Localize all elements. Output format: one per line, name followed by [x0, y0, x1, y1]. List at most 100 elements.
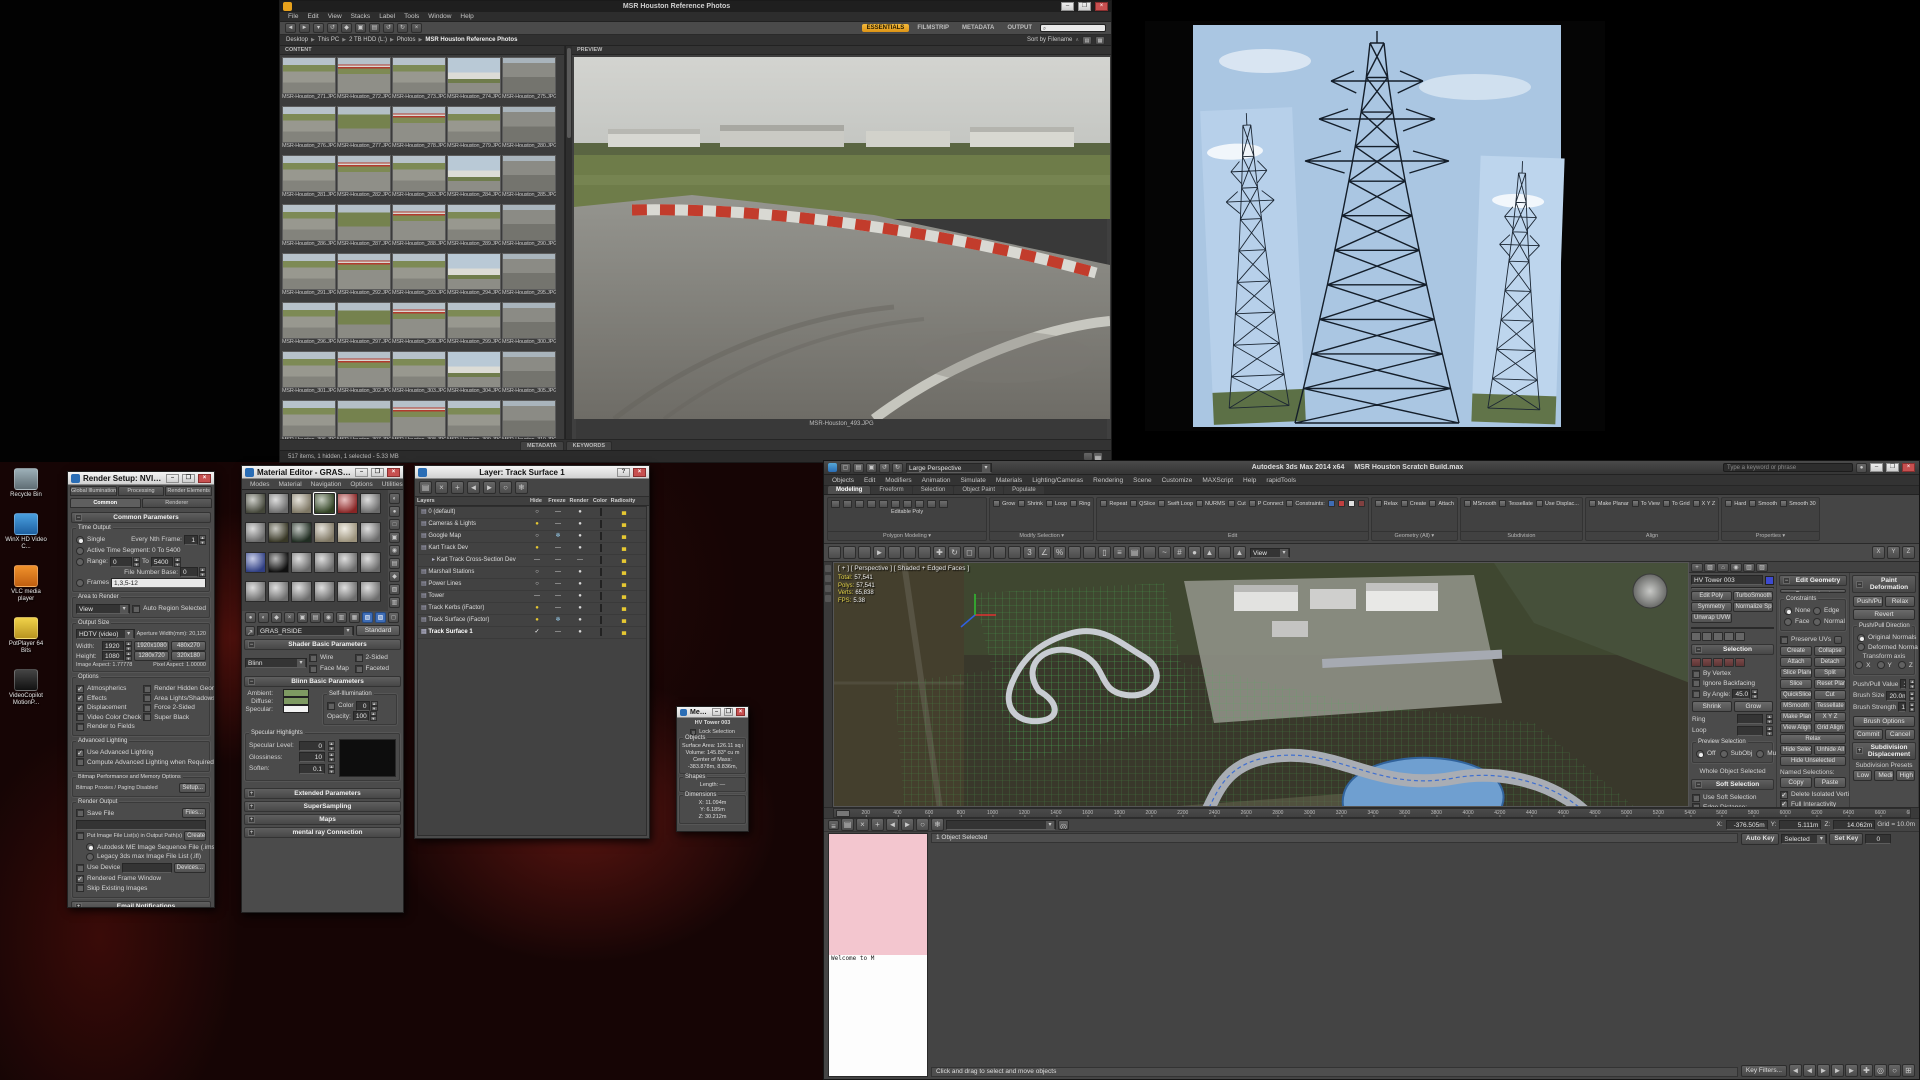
- coord-x-field[interactable]: -376.505m: [1726, 820, 1768, 830]
- thumbnail-view-icon[interactable]: ▦: [1095, 36, 1105, 45]
- layer-color-swatch[interactable]: [591, 603, 611, 614]
- layer-row-track-kerbs-ifactor[interactable]: ▤ Track Kerbs (iFactor)●—●▄: [418, 603, 646, 615]
- forward-icon[interactable]: ►: [299, 23, 310, 33]
- hide-toggle[interactable]: ●: [527, 519, 547, 530]
- copy-button[interactable]: Copy: [1780, 777, 1812, 788]
- coord-z-field[interactable]: 14.062m: [1833, 820, 1875, 830]
- workspace-tab-essentials[interactable]: ESSENTIALS: [862, 24, 910, 32]
- common-parameters-rollout[interactable]: −Common Parameters: [71, 512, 211, 523]
- key-selection-dropdown[interactable]: Selected: [1781, 834, 1827, 844]
- ribbon-item-use-displac[interactable]: Use Displac...: [1536, 500, 1579, 507]
- current-frame-field[interactable]: 0: [1865, 834, 1891, 844]
- push-pull-button[interactable]: Push/Pull: [1853, 596, 1883, 607]
- zoom-icon[interactable]: ◎: [1874, 1064, 1887, 1077]
- sign-in-icon[interactable]: ●: [1856, 463, 1867, 473]
- material-editor-tool-icon-12[interactable]: ◻: [388, 612, 399, 623]
- key-filters-button[interactable]: Key Filters...: [1741, 1065, 1787, 1077]
- sort-label[interactable]: Sort by Filename: [1027, 37, 1072, 43]
- freeze-toggle[interactable]: —: [547, 543, 569, 554]
- select-scale-icon[interactable]: ◻: [963, 546, 976, 559]
- layer-color-swatch[interactable]: [591, 567, 611, 578]
- layer-row-cameras-lights[interactable]: ▤ Cameras & Lights●—●▄: [418, 519, 646, 531]
- devices-button[interactable]: Devices...: [174, 863, 206, 873]
- align-icon[interactable]: ≡: [1113, 546, 1126, 559]
- material-editor-side-icon-1[interactable]: ◐: [389, 493, 400, 504]
- polymod-icon-3[interactable]: [855, 500, 864, 508]
- thumbnail-msr-houston-303-jpg[interactable]: MSR-Houston_303.JPG: [392, 351, 446, 399]
- selection-rollout[interactable]: −Selection: [1691, 644, 1774, 655]
- rectangular-region-icon[interactable]: [903, 546, 916, 559]
- make-planar-button[interactable]: Make Planar: [1780, 712, 1812, 722]
- material-slot-23[interactable]: [337, 581, 358, 602]
- graphite-toggle-icon[interactable]: [1143, 546, 1156, 559]
- label-menu[interactable]: Label: [379, 13, 395, 20]
- thumbnail-msr-houston-271-jpg[interactable]: MSR-Houston_271.JPG: [282, 57, 336, 105]
- rendered-frame-window-checkbox[interactable]: Rendered Frame Window: [76, 875, 206, 883]
- ribbon-item-qslice[interactable]: QSlice: [1130, 500, 1155, 507]
- render-toggle[interactable]: ●: [569, 579, 591, 590]
- snap-toggle-3d-icon[interactable]: 3: [1023, 546, 1036, 559]
- thumbnail-msr-houston-297-jpg[interactable]: MSR-Houston_297.JPG: [337, 302, 391, 350]
- ribbon-item-attach[interactable]: Attach: [1429, 500, 1454, 507]
- tessellate-button[interactable]: Tessellate: [1814, 701, 1846, 711]
- ribbon-item-hard[interactable]: Hard: [1725, 500, 1746, 507]
- radiosity-toggle[interactable]: ▄: [611, 543, 637, 554]
- edit-poly-button[interactable]: Edit Poly: [1691, 591, 1732, 601]
- column-color[interactable]: Color: [590, 498, 610, 504]
- preset-480x270-button[interactable]: 480x270: [171, 641, 206, 651]
- modifiers-menu[interactable]: Modifiers: [885, 477, 911, 484]
- edge-radio[interactable]: Edge: [1813, 607, 1842, 615]
- shader-dropdown[interactable]: Blinn: [245, 658, 307, 668]
- restore-button[interactable]: ❐: [1078, 2, 1091, 11]
- thumbnail-msr-houston-286-jpg[interactable]: MSR-Houston_286.JPG: [282, 204, 336, 252]
- shader-basic-rollout[interactable]: −Shader Basic Parameters: [244, 639, 401, 650]
- save-file-icon[interactable]: ▣: [866, 463, 877, 473]
- displacement-checkbox[interactable]: Displacement: [76, 704, 141, 712]
- restore-button[interactable]: ❐: [182, 474, 195, 483]
- stack-item-editable-poly[interactable]: Editable Poly: [1692, 628, 1773, 629]
- radiosity-toggle[interactable]: ▄: [611, 555, 637, 566]
- subobj-radio[interactable]: SubObj: [1720, 750, 1753, 758]
- height-field[interactable]: 1080: [102, 651, 124, 661]
- back-icon[interactable]: ◄: [285, 23, 296, 33]
- content-scrollbar[interactable]: [565, 46, 572, 439]
- sort-direction-icon[interactable]: ∧: [1075, 37, 1079, 43]
- create-button[interactable]: Create: [1780, 646, 1812, 656]
- lighting-cameras-menu[interactable]: Lighting/Cameras: [1032, 477, 1083, 484]
- material-editor-tool-icon-2[interactable]: ◐: [258, 612, 269, 623]
- render-toggle[interactable]: ●: [569, 567, 591, 578]
- material-slot-7[interactable]: [245, 522, 266, 543]
- thumbnail-msr-houston-300-jpg[interactable]: MSR-Houston_300.JPG: [502, 302, 556, 350]
- close-button[interactable]: ×: [1902, 463, 1915, 472]
- material-editor-tool-icon-9[interactable]: ▦: [349, 612, 360, 623]
- constraint-icon[interactable]: [1348, 500, 1355, 507]
- freeze-toggle[interactable]: —: [547, 507, 569, 518]
- material-slot-20[interactable]: [268, 581, 289, 602]
- low-button[interactable]: Low: [1853, 770, 1872, 781]
- macro-recorder-pane[interactable]: [829, 834, 927, 955]
- maxscript-listener-icon[interactable]: ≡: [828, 820, 839, 830]
- add-to-layer-icon[interactable]: +: [871, 818, 884, 831]
- axis-x-button[interactable]: X: [1872, 546, 1885, 559]
- range-from-field[interactable]: 0: [110, 557, 132, 567]
- breadcrumb-msr-houston-reference-photos[interactable]: MSR Houston Reference Photos: [425, 37, 517, 43]
- z-radio[interactable]: Z: [1898, 661, 1913, 669]
- diffuse-color-swatch[interactable]: [283, 697, 309, 705]
- thumbnail-msr-houston-298-jpg[interactable]: MSR-Houston_298.JPG: [392, 302, 446, 350]
- attach-button[interactable]: Attach: [1780, 657, 1812, 667]
- display-tab-icon[interactable]: ▥: [1743, 563, 1755, 572]
- layer-color-swatch[interactable]: [591, 579, 611, 590]
- quickslice-button[interactable]: QuickSlice: [1780, 690, 1812, 700]
- thumbnail-msr-houston-299-jpg[interactable]: MSR-Houston_299.JPG: [447, 302, 501, 350]
- autodesk-me-image-sequence-file-imsq-radio[interactable]: Autodesk ME Image Sequence File (.imsq): [86, 843, 206, 851]
- freeze-toggle[interactable]: ❄: [547, 531, 569, 542]
- thumbnail-msr-houston-274-jpg[interactable]: MSR-Houston_274.JPG: [447, 57, 501, 105]
- hide-toggle[interactable]: ●: [527, 603, 547, 614]
- use-device-checkbox[interactable]: Use Device: [76, 864, 120, 872]
- ribbon-item-x-y-z[interactable]: X Y Z: [1693, 500, 1716, 507]
- output-path-field[interactable]: [76, 820, 206, 830]
- tower-reference-window[interactable]: [1145, 21, 1605, 431]
- axis-z-button[interactable]: Z: [1902, 546, 1915, 559]
- column-radiosity[interactable]: Radiosity: [610, 498, 636, 504]
- selection-set-dropdown[interactable]: [946, 820, 1056, 830]
